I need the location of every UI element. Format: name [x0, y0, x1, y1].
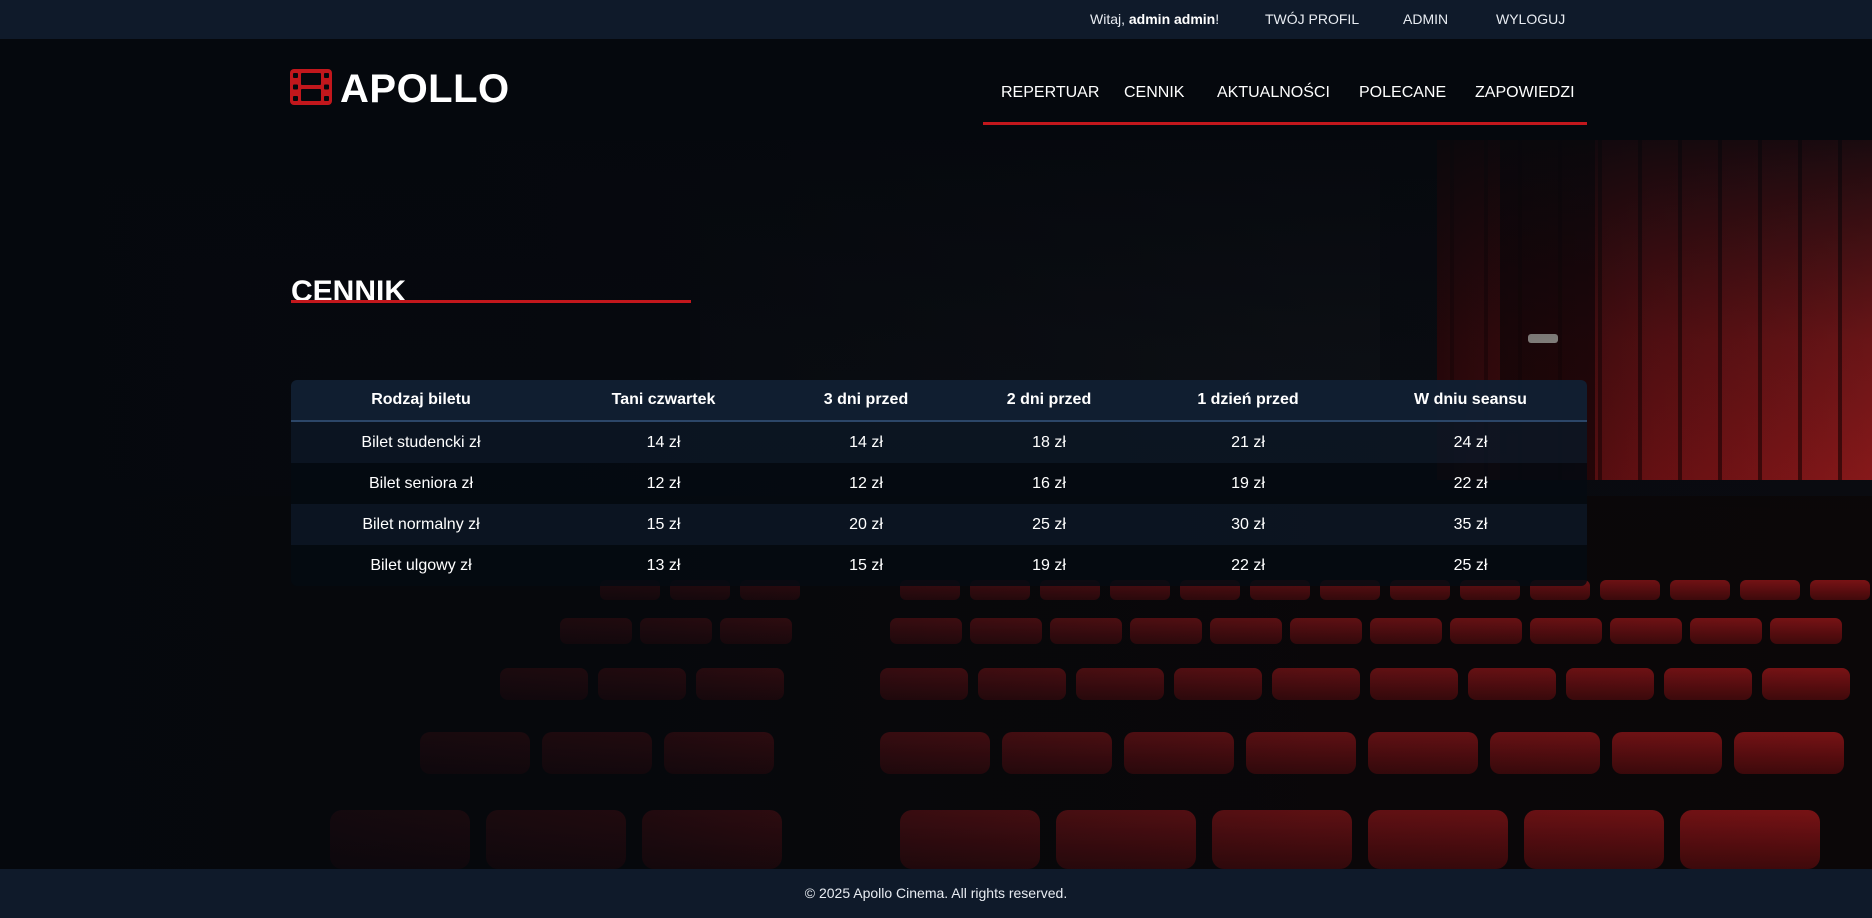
table-cell: 13 zł: [551, 545, 776, 586]
table-cell: 25 zł: [1354, 545, 1587, 586]
table-cell: 25 zł: [956, 504, 1142, 545]
table-cell: 12 zł: [551, 463, 776, 504]
page-title: CENNIK: [291, 275, 407, 309]
table-cell: Bilet normalny zł: [291, 504, 551, 545]
table-row: Bilet normalny zł 15 zł 20 zł 25 zł 30 z…: [291, 504, 1587, 545]
greeting-username: admin admin: [1128, 11, 1216, 27]
nav-cennik[interactable]: CENNIK: [1124, 84, 1184, 102]
table-cell: 19 zł: [1142, 463, 1354, 504]
table-cell: 14 zł: [776, 421, 956, 463]
copyright-text: © 2025 Apollo Cinema. All rights reserve…: [804, 885, 1068, 901]
table-cell: 22 zł: [1354, 463, 1587, 504]
header-1-day-before: 1 dzień przed: [1142, 380, 1354, 422]
table-row: Bilet studencki zł 14 zł 14 zł 18 zł 21 …: [291, 421, 1587, 463]
table-header-row: Rodzaj biletu Tani czwartek 3 dni przed …: [291, 380, 1587, 422]
page: Witaj, admin admin! TWÓJ PROFIL ADMIN WY…: [0, 0, 1872, 918]
price-table: Rodzaj biletu Tani czwartek 3 dni przed …: [291, 380, 1587, 586]
header-2-days-before: 2 dni przed: [956, 380, 1142, 422]
top-bar: Witaj, admin admin! TWÓJ PROFIL ADMIN WY…: [0, 0, 1872, 39]
nav-zapowiedzi[interactable]: ZAPOWIEDZI: [1475, 84, 1575, 102]
table-cell: 16 zł: [956, 463, 1142, 504]
header-cheap-thursday: Tani czwartek: [551, 380, 776, 422]
header-3-days-before: 3 dni przed: [776, 380, 956, 422]
table-cell: Bilet ulgowy zł: [291, 545, 551, 586]
nav-aktualnosci[interactable]: AKTUALNOŚCI: [1217, 84, 1330, 102]
logo-text: APOLLO: [340, 67, 510, 111]
title-underline: [291, 300, 691, 303]
logout-link[interactable]: WYLOGUJ: [1496, 11, 1565, 27]
table-cell: 24 zł: [1354, 421, 1587, 463]
table-cell: Bilet seniora zł: [291, 463, 551, 504]
table-cell: 14 zł: [551, 421, 776, 463]
profile-link[interactable]: TWÓJ PROFIL: [1265, 11, 1359, 27]
greeting-suffix: !: [1215, 11, 1220, 27]
table-cell: 15 zł: [551, 504, 776, 545]
table-cell: 22 zł: [1142, 545, 1354, 586]
table-cell: 18 zł: [956, 421, 1142, 463]
table-cell: Bilet studencki zł: [291, 421, 551, 463]
header-show-day: W dniu seansu: [1354, 380, 1587, 422]
table-row: Bilet ulgowy zł 13 zł 15 zł 19 zł 22 zł …: [291, 545, 1587, 586]
table-cell: 35 zł: [1354, 504, 1587, 545]
table-cell: 19 zł: [956, 545, 1142, 586]
site-header: [0, 39, 1872, 140]
table-cell: 21 zł: [1142, 421, 1354, 463]
nav-polecane[interactable]: POLECANE: [1359, 84, 1446, 102]
price-table-grid: Rodzaj biletu Tani czwartek 3 dni przed …: [291, 380, 1587, 586]
header-ticket-type: Rodzaj biletu: [291, 380, 551, 422]
greeting: Witaj, admin admin!: [1090, 11, 1219, 27]
film-icon: [290, 69, 332, 105]
main-nav: REPERTUAR CENNIK AKTUALNOŚCI POLECANE ZA…: [983, 82, 1587, 125]
table-cell: 12 zł: [776, 463, 956, 504]
site-footer: © 2025 Apollo Cinema. All rights reserve…: [0, 869, 1872, 918]
admin-link[interactable]: ADMIN: [1403, 11, 1448, 27]
greeting-prefix: Witaj,: [1090, 11, 1129, 27]
table-cell: 20 zł: [776, 504, 956, 545]
table-row: Bilet seniora zł 12 zł 12 zł 16 zł 19 zł…: [291, 463, 1587, 504]
nav-repertuar[interactable]: REPERTUAR: [1001, 84, 1099, 102]
table-cell: 15 zł: [776, 545, 956, 586]
table-cell: 30 zł: [1142, 504, 1354, 545]
